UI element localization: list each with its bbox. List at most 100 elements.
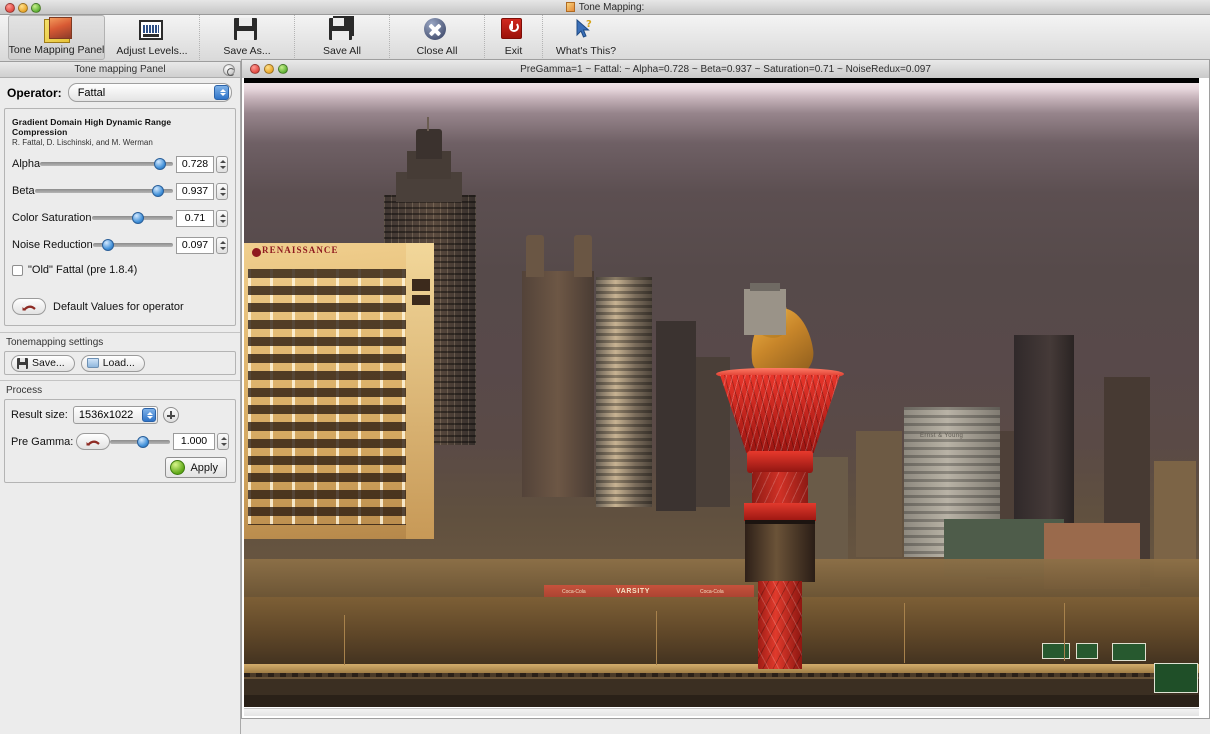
street-light — [656, 611, 657, 665]
toolbar-label: Save All — [323, 45, 361, 57]
pre-gamma-row: Pre Gamma: 1.000 — [11, 433, 229, 450]
zoom-image-button[interactable] — [278, 64, 288, 74]
slider-knob-beta[interactable] — [152, 185, 165, 197]
chevron-updown-icon — [141, 408, 156, 422]
operator-select-value: Fattal — [77, 86, 106, 99]
result-size-select[interactable]: 1536x1022 — [72, 406, 158, 424]
reset-defaults-button[interactable] — [12, 298, 46, 315]
main-toolbar: Tone Mapping Panel Adjust Levels... Save… — [0, 15, 1210, 62]
toolbar-button-close-all[interactable]: Close All — [390, 15, 485, 60]
image-window-titlebar: PreGamma=1 ~ Fattal: ~ Alpha=0.728 ~ Bet… — [241, 59, 1210, 78]
close-window-button[interactable] — [5, 3, 15, 13]
street-light — [344, 615, 345, 665]
slider-knob-noise-reduction[interactable] — [102, 239, 115, 251]
power-icon — [500, 18, 527, 42]
check-circle-icon — [170, 460, 186, 475]
toolbar-button-save-as[interactable]: Save As... — [200, 15, 295, 60]
old-fattal-checkbox[interactable] — [12, 264, 23, 276]
building-right-mid — [856, 431, 902, 557]
toolbar-label: What's This? — [555, 45, 617, 57]
spinner-color-saturation[interactable] — [216, 209, 228, 227]
slider-row-beta: Beta 0.937 — [12, 181, 228, 201]
result-size-label: Result size: — [11, 409, 68, 421]
toolbar-button-adjust-levels[interactable]: Adjust Levels... — [105, 15, 200, 60]
old-fattal-checkbox-row[interactable]: "Old" Fattal (pre 1.8.4) — [12, 264, 228, 276]
toolbar-label: Save As... — [223, 45, 271, 57]
torch-band — [744, 503, 816, 521]
slider-knob-pre-gamma[interactable] — [137, 435, 150, 448]
operator-credit-authors: R. Fattal, D. Lischinski, and M. Werman — [12, 138, 153, 147]
slider-row-color-saturation: Color Saturation 0.71 — [12, 208, 228, 228]
default-values-row[interactable]: Default Values for operator — [12, 298, 184, 315]
panel-header: Tone mapping Panel — [0, 62, 240, 78]
tone-mapping-panel: Tone mapping Panel Operator: Fattal Grad… — [0, 62, 241, 734]
add-size-button[interactable] — [162, 407, 179, 423]
tone-mapped-photo[interactable]: RENAISSANCE Ernst & Young VARSITY Coca-C… — [244, 78, 1199, 707]
result-size-row: Result size: 1536x1022 — [11, 406, 229, 424]
reset-pre-gamma-button[interactable] — [76, 433, 111, 450]
spinner-alpha[interactable] — [216, 155, 228, 173]
slider-knob-alpha[interactable] — [154, 158, 167, 170]
slider-label-beta: Beta — [12, 185, 35, 197]
slider-track-color-saturation[interactable] — [91, 212, 173, 224]
spinner-beta[interactable] — [216, 182, 228, 200]
slider-value-alpha[interactable]: 0.728 — [176, 155, 214, 173]
image-window-traffic-lights[interactable] — [250, 64, 288, 74]
slider-track-pre-gamma[interactable] — [110, 435, 170, 448]
antenna — [427, 117, 429, 131]
image-window-statusbar — [244, 708, 1199, 716]
tonemapping-settings-section-title: Tonemapping settings — [0, 332, 240, 351]
floppy-disk-multiple-icon — [329, 18, 355, 42]
torch-ring — [747, 451, 813, 473]
toolbar-button-exit[interactable]: Exit — [485, 15, 543, 60]
toolbar-label: Exit — [504, 45, 523, 57]
main-window-title-text: Tone Mapping: — [578, 1, 645, 13]
cursor-question-icon: ? — [573, 18, 599, 42]
slider-track-beta[interactable] — [34, 185, 173, 197]
apply-button[interactable]: Apply — [165, 457, 227, 478]
slider-track-noise-reduction[interactable] — [92, 239, 173, 251]
olympic-torch — [714, 289, 846, 669]
slider-value-beta[interactable]: 0.937 — [176, 182, 214, 200]
highway-railing — [244, 673, 1199, 677]
pre-gamma-value[interactable]: 1.000 — [173, 433, 215, 450]
load-settings-button[interactable]: Load... — [80, 354, 145, 372]
torch-shaft — [758, 581, 802, 669]
chevron-updown-icon — [214, 85, 229, 100]
zoom-window-button[interactable] — [31, 3, 41, 13]
spinner-pre-gamma[interactable] — [217, 433, 229, 450]
toolbar-button-save-all[interactable]: Save All — [295, 15, 390, 60]
tone-mapping-panel-icon — [43, 17, 72, 43]
main-window-title: Tone Mapping: — [565, 1, 645, 13]
highway-sign-large — [1154, 663, 1198, 693]
toolbar-label: Tone Mapping Panel — [8, 44, 105, 56]
coca-cola-sign-left: Coca-Cola — [562, 589, 586, 595]
panel-header-title: Tone mapping Panel — [74, 64, 166, 75]
slider-knob-color-saturation[interactable] — [132, 212, 145, 224]
slider-track-alpha[interactable] — [40, 158, 173, 170]
toolbar-button-tone-mapping-panel[interactable]: Tone Mapping Panel — [8, 15, 105, 60]
window-traffic-lights[interactable] — [5, 3, 41, 13]
image-window-title: PreGamma=1 ~ Fattal: ~ Alpha=0.728 ~ Bet… — [520, 63, 931, 75]
apply-label: Apply — [190, 461, 218, 474]
slider-row-noise-reduction: Noise Reduction 0.097 — [12, 235, 228, 255]
building-glass-condo — [596, 277, 652, 507]
slider-label-color-saturation: Color Saturation — [12, 212, 92, 224]
slider-label-noise-reduction: Noise Reduction — [12, 239, 93, 251]
spinner-noise-reduction[interactable] — [216, 236, 228, 254]
slider-value-color-saturation[interactable]: 0.71 — [176, 209, 214, 227]
histogram-icon — [139, 18, 165, 42]
save-settings-button[interactable]: Save... — [11, 354, 75, 372]
panel-dock-button[interactable] — [223, 64, 235, 76]
building-crown — [416, 129, 442, 159]
operator-select[interactable]: Fattal — [67, 83, 232, 102]
close-image-button[interactable] — [250, 64, 260, 74]
minimize-image-button[interactable] — [264, 64, 274, 74]
spire — [526, 235, 544, 277]
image-window-body: RENAISSANCE Ernst & Young VARSITY Coca-C… — [241, 78, 1210, 719]
toolbar-button-whats-this[interactable]: ? What's This? — [543, 15, 629, 60]
building-twin-spire — [522, 271, 594, 497]
minimize-window-button[interactable] — [18, 3, 28, 13]
default-values-label: Default Values for operator — [53, 300, 184, 313]
slider-value-noise-reduction[interactable]: 0.097 — [176, 236, 214, 254]
